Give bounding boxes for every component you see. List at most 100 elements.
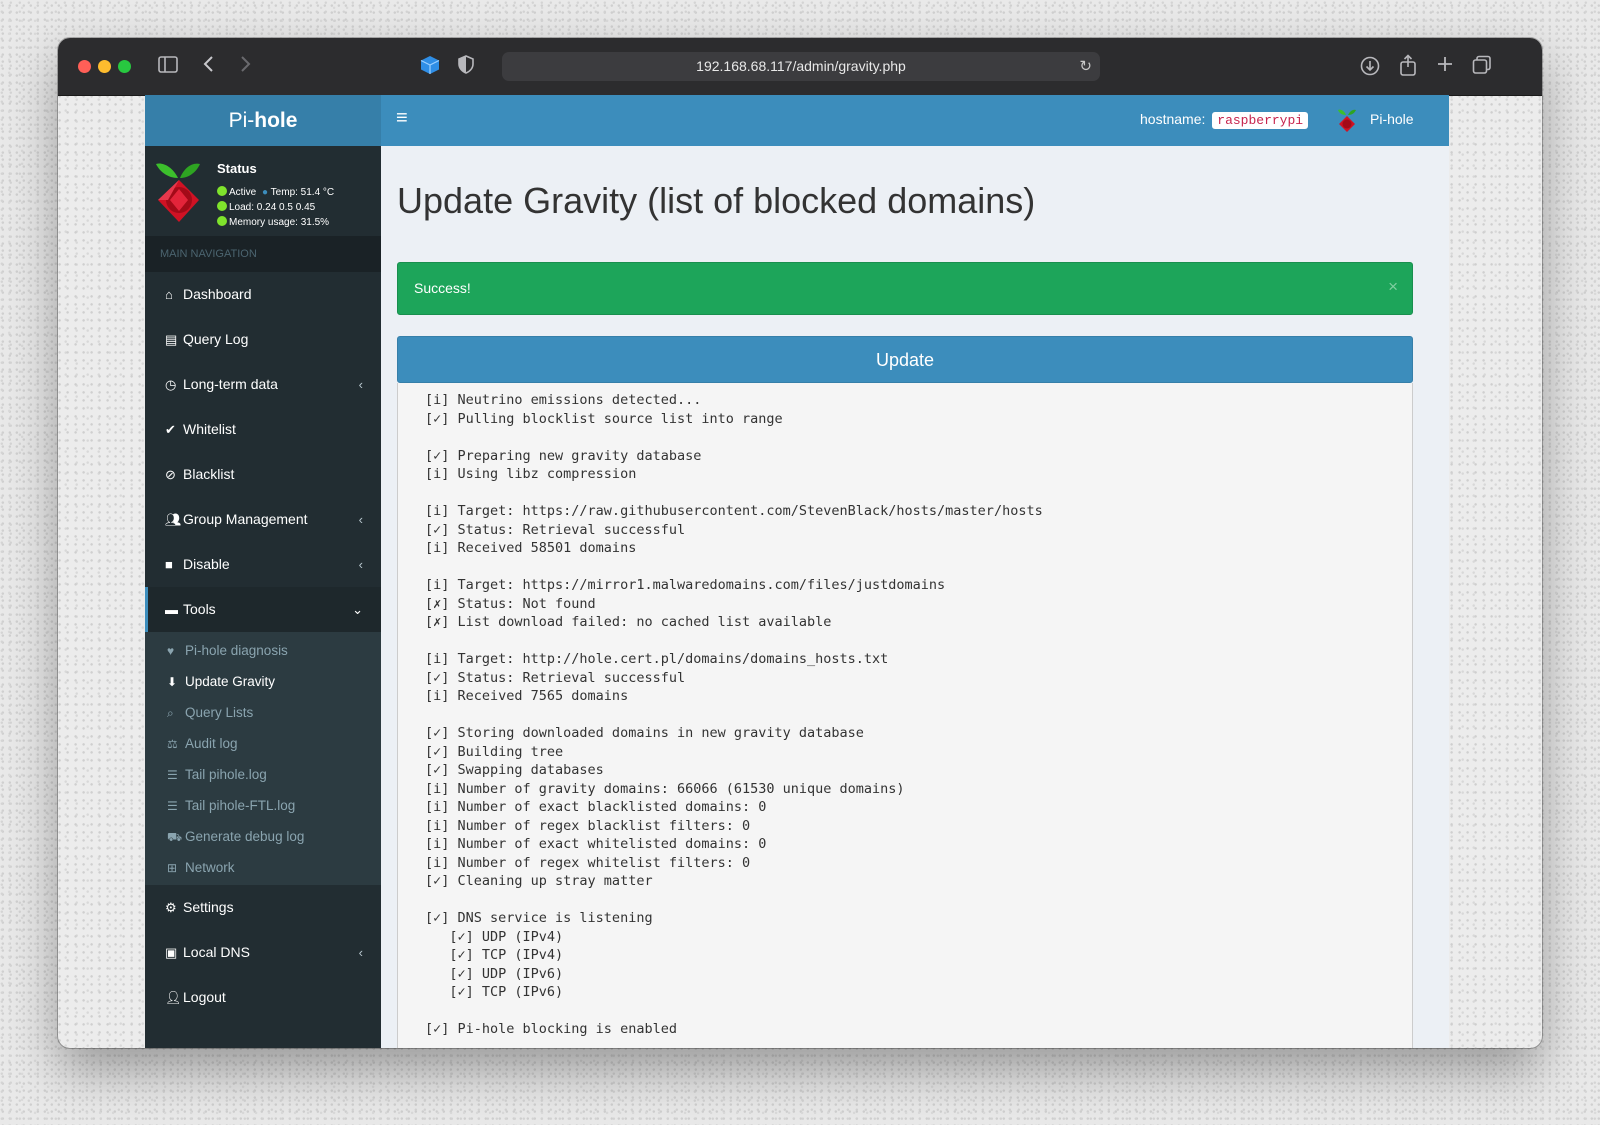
output-line: [✓] Cleaning up stray matter [425,873,653,889]
output-line: [✓] Preparing new gravity database [425,447,702,464]
brand-prefix: Pi- [228,109,255,132]
url-text: 192.168.68.117/admin/gravity.php [696,58,906,74]
status-active: Active [229,187,257,198]
balance-scale-icon: ⚖ [167,737,178,751]
brand-logo[interactable]: Pi-hole [145,95,381,146]
extension-cube-icon[interactable] [420,55,440,80]
output-line: [✓] Status: Retrieval successful [425,521,686,538]
ban-icon: ⊘ [165,467,176,482]
sidebar-item-query-log[interactable]: ▤ Query Log [145,317,381,362]
sidebar-item-label: Logout [183,989,226,1005]
folder-icon: ▬ [165,602,178,617]
output-line: [✗] Status: Not found [425,595,596,612]
sidebar-item-label: Blacklist [183,466,235,482]
new-tab-icon[interactable] [1436,55,1454,78]
close-window-button[interactable] [78,60,91,73]
home-icon: ⌂ [165,287,173,302]
tools-item-label: Tail pihole.log [185,767,267,782]
sidebar-item-whitelist[interactable]: ✔ Whitelist [145,407,381,452]
pihole-page: Pi-hole Status Active ● Temp: 51.4 °C Lo… [145,95,1449,1048]
shield-icon[interactable] [458,55,474,79]
stop-icon: ■ [165,557,173,572]
output-line: [✓] TCP (IPv4) [425,947,564,963]
output-line: [i] Number of regex whitelist filters: 0 [425,854,751,871]
sidebar-item-label: Local DNS [183,944,250,960]
sidebar-item-blacklist[interactable]: ⊘ Blacklist [145,452,381,497]
output-line: [✓] UDP (IPv6) [425,965,564,982]
address-bar[interactable]: 192.168.68.117/admin/gravity.php ↻ [502,52,1100,81]
sidebar-item-label: Dashboard [183,286,252,302]
hostname-value: raspberrypi [1212,112,1309,129]
success-alert: Success! × [397,262,1413,315]
reload-icon[interactable]: ↻ [1079,52,1092,81]
tools-item-pihole-diagnosis[interactable]: ♥︎ Pi-hole diagnosis [145,635,381,666]
brand-bold: hole [254,109,298,132]
tools-item-label: Network [185,860,235,875]
sidebar-item-disable[interactable]: ■ Disable ‹ [145,542,381,587]
network-icon: ⊞ [167,861,178,875]
sidebar-toggle-icon[interactable] [158,56,178,78]
tools-item-tail-pihole-log[interactable]: ☰ Tail pihole.log [145,759,381,790]
output-line: [i] Target: https://mirror1.malwaredomai… [425,577,946,593]
tools-item-label: Audit log [185,736,238,751]
tools-item-network[interactable]: ⊞ Network [145,852,381,883]
pihole-user-logo-icon[interactable] [1337,107,1357,133]
output-line: [i] Number of gravity domains: 66066 (61… [425,780,905,797]
back-icon[interactable] [203,55,215,78]
tools-item-label: Update Gravity [185,674,276,689]
sidebar-item-label: Long-term data [183,376,278,392]
sidebar-item-label: Group Management [183,511,308,527]
nav-header: MAIN NAVIGATION [145,236,381,272]
forward-icon[interactable] [239,55,251,78]
share-icon[interactable] [1399,54,1417,81]
output-line: [i] Number of exact whitelisted domains:… [425,836,767,852]
update-gravity-button[interactable]: Update [397,336,1413,383]
alert-text: Success! [414,280,471,296]
tab-overview-icon[interactable] [1472,55,1492,80]
users-icon: 👥︎ [165,512,182,527]
sidebar-item-local-dns[interactable]: ▣ Local DNS ‹ [145,930,381,975]
sidebar-item-long-term-data[interactable]: ◷ Long-term data ‹ [145,362,381,407]
list-icon: ☰ [167,768,178,782]
sidebar-item-label: Tools [183,601,216,617]
tools-item-generate-debug-log[interactable]: ⛟ Generate debug log [145,821,381,852]
ambulance-icon: ⛟ [167,830,183,844]
output-line: [i] Received 58501 domains [425,540,637,556]
tools-item-label: Query Lists [185,705,254,720]
sidebar-item-dashboard[interactable]: ⌂ Dashboard [145,272,381,317]
main-content: Update Gravity (list of blocked domains)… [381,146,1449,1048]
output-line: [i] Target: http://hole.cert.pl/domains/… [425,651,889,667]
sidebar-item-label: Query Log [183,331,249,347]
chevron-left-icon: ‹ [358,512,363,527]
tools-submenu: ♥︎ Pi-hole diagnosis ⬇ Update Gravity ⌕ Que… [145,632,381,885]
maximize-window-button[interactable] [118,60,131,73]
sidebar-item-logout[interactable]: 👤︎Logout [145,975,381,1020]
page-title: Update Gravity (list of blocked domains) [397,180,1036,221]
hamburger-menu-icon[interactable]: ≡ [396,107,408,130]
chevron-left-icon: ‹ [358,945,363,960]
stethoscope-icon: ♥︎ [167,644,175,658]
tools-item-update-gravity[interactable]: ⬇ Update Gravity [145,666,381,697]
sidebar-item-group-management[interactable]: 👥︎Group Management ‹ [145,497,381,542]
output-line: [✓] Building tree [425,743,564,760]
tools-item-label: Tail pihole-FTL.log [185,798,296,813]
output-line: [✓] TCP (IPv6) [425,984,564,1000]
sidebar-item-settings[interactable]: ⚙ Settings [145,885,381,930]
output-line: [i] Received 7565 domains [425,688,629,704]
list-icon: ☰ [167,799,178,813]
tools-item-tail-pihole-ftl-log[interactable]: ☰ Tail pihole-FTL.log [145,790,381,821]
user-times-icon: 👤︎ [165,990,182,1005]
sidebar-item-tools[interactable]: ▬ Tools ⌄ [145,587,381,632]
minimize-window-button[interactable] [98,60,111,73]
tools-item-audit-log[interactable]: ⚖ Audit log [145,728,381,759]
status-load: Load: 0.24 0.5 0.45 [229,202,316,213]
address-book-icon: ▣ [165,945,178,960]
search-icon: ⌕ [167,706,174,720]
downloads-icon[interactable] [1360,56,1380,81]
close-icon[interactable]: × [1388,277,1398,297]
output-line: [✓] Pulling blocklist source list into r… [425,410,783,427]
tools-item-query-lists[interactable]: ⌕ Query Lists [145,697,381,728]
user-menu[interactable]: Pi-hole [1370,111,1414,127]
